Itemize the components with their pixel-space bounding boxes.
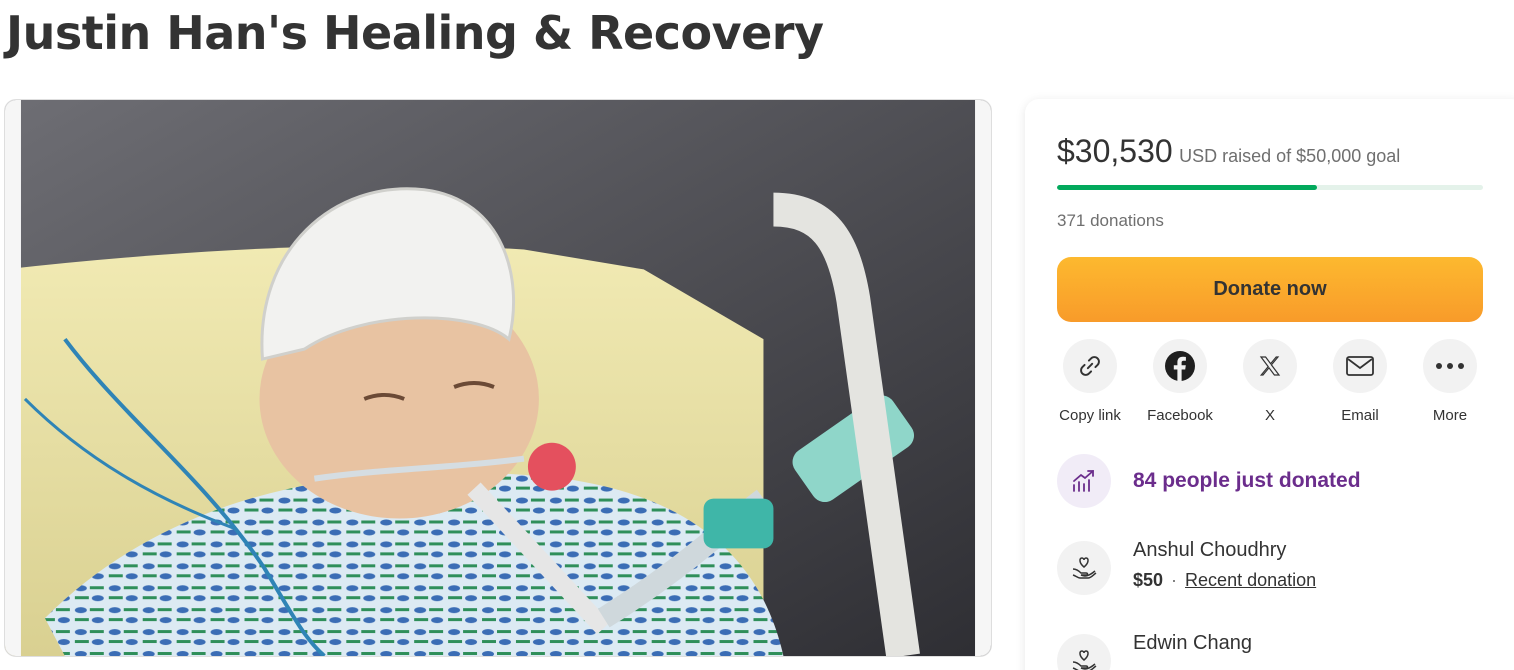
- share-x[interactable]: X: [1227, 339, 1313, 424]
- recent-donation-link[interactable]: Recent donation: [1185, 570, 1316, 590]
- trending-up-icon: [1057, 454, 1111, 508]
- share-more-circle[interactable]: [1423, 339, 1477, 393]
- donor-name: Anshul Choudhry: [1133, 539, 1287, 561]
- envelope-icon: [1346, 356, 1374, 376]
- raised-summary: $30,530 USD raised of $50,000 goal: [1057, 133, 1400, 170]
- heart-hands-icon: [1057, 541, 1111, 595]
- heart-hands-icon: [1057, 634, 1111, 670]
- share-email[interactable]: Email: [1317, 339, 1403, 424]
- donor-name: Edwin Chang: [1133, 632, 1252, 654]
- campaign-hero-image[interactable]: [4, 99, 992, 657]
- share-label: Facebook: [1147, 407, 1213, 424]
- donor-meta: $50 · Recent donation: [1133, 570, 1316, 591]
- share-more[interactable]: More: [1407, 339, 1493, 424]
- share-label: X: [1264, 407, 1275, 424]
- progress-bar: [1057, 185, 1483, 190]
- progress-bar-fill: [1057, 185, 1318, 190]
- link-icon: [1080, 356, 1100, 376]
- share-email-circle[interactable]: [1333, 339, 1387, 393]
- amount-raised: $30,530: [1057, 133, 1173, 169]
- share-copy-link-circle[interactable]: [1063, 339, 1117, 393]
- donate-now-button[interactable]: Donate now: [1057, 257, 1483, 322]
- donations-count: 371 donations: [1057, 211, 1164, 230]
- goal-text: USD raised of $50,000 goal: [1179, 146, 1401, 166]
- donor-item: Edwin Chang: [1057, 632, 1252, 670]
- donor-amount: $50: [1133, 570, 1164, 590]
- donor-info: Edwin Chang: [1133, 632, 1252, 655]
- recent-donations-banner[interactable]: 84 people just donated: [1057, 454, 1361, 508]
- donor-separator: ·: [1171, 570, 1178, 590]
- hero-photo: [5, 100, 991, 656]
- share-options: Copy link Facebook X Email More: [1047, 339, 1493, 424]
- more-dots-icon: [1436, 363, 1464, 369]
- campaign-title: Justin Han's Healing & Recovery: [6, 6, 824, 60]
- donation-panel: $30,530 USD raised of $50,000 goal 371 d…: [1025, 99, 1514, 670]
- x-logo-icon: [1259, 356, 1281, 376]
- donor-item: Anshul Choudhry $50 · Recent donation: [1057, 539, 1316, 595]
- share-facebook-circle[interactable]: [1153, 339, 1207, 393]
- share-label: Email: [1341, 407, 1379, 424]
- share-copy-link[interactable]: Copy link: [1047, 339, 1133, 424]
- donor-info: Anshul Choudhry $50 · Recent donation: [1133, 539, 1316, 591]
- share-facebook[interactable]: Facebook: [1137, 339, 1223, 424]
- recent-donations-text: 84 people just donated: [1133, 469, 1361, 492]
- share-x-circle[interactable]: [1243, 339, 1297, 393]
- share-label: Copy link: [1059, 407, 1121, 424]
- share-label: More: [1432, 407, 1468, 424]
- facebook-icon: [1165, 351, 1195, 381]
